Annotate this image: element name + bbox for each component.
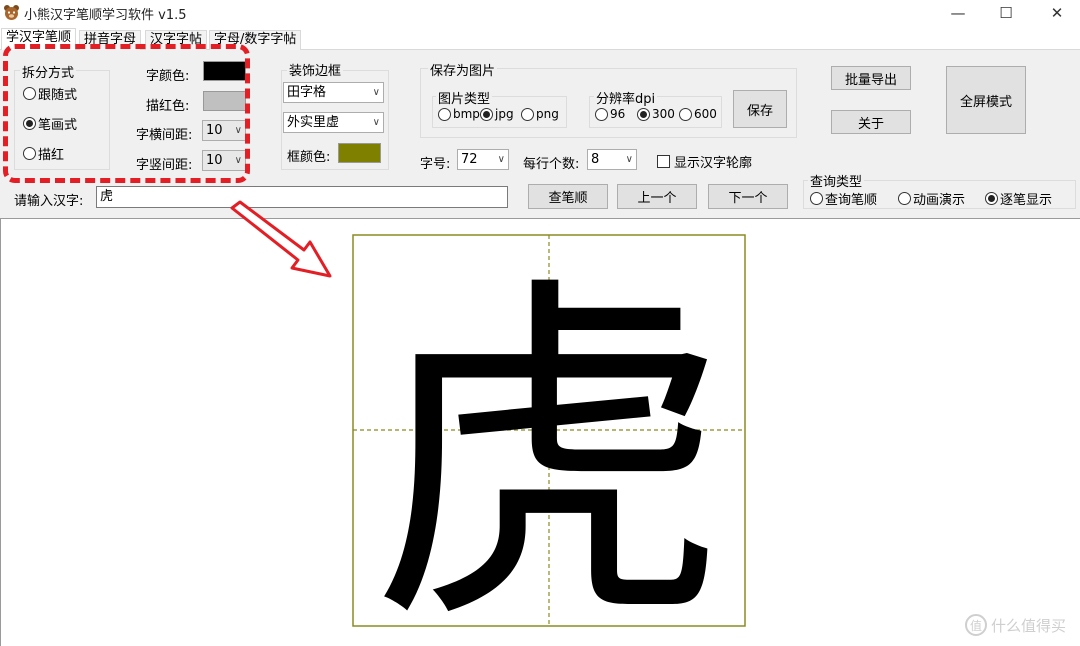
close-button[interactable]: ✕ <box>1034 0 1080 26</box>
save-button[interactable]: 保存 <box>733 90 787 128</box>
query-type-title: 查询类型 <box>808 171 865 190</box>
prev-button[interactable]: 上一个 <box>617 184 697 209</box>
border-title: 装饰边框 <box>287 60 344 79</box>
frame-style-select[interactable]: 外实里虚 ∨ <box>283 112 384 133</box>
radio-animation[interactable]: 动画演示 <box>898 189 965 208</box>
per-row-select[interactable]: 8 ∨ <box>587 149 637 170</box>
image-type-title: 图片类型 <box>436 88 493 107</box>
radio-dot-selected <box>480 107 493 121</box>
font-size-label: 字号: <box>420 157 451 172</box>
fullscreen-button[interactable]: 全屏模式 <box>946 66 1026 134</box>
chevron-down-icon: ∨ <box>625 154 633 165</box>
radio-dot <box>898 192 911 205</box>
maximize-button[interactable]: ☐ <box>983 0 1029 26</box>
radio-query-order[interactable]: 查询笔顺 <box>810 189 877 208</box>
radio-dot-selected <box>985 192 998 205</box>
next-button[interactable]: 下一个 <box>708 184 788 209</box>
lookup-button[interactable]: 查笔顺 <box>528 184 608 209</box>
char-input-label: 请输入汉字: <box>14 194 84 209</box>
radio-stroke-by-stroke[interactable]: 逐笔显示 <box>985 189 1052 208</box>
radio-dpi-96[interactable]: 96 <box>595 107 625 121</box>
title-bar: 小熊汉字笔顺学习软件 v1.5 — ☐ ✕ <box>0 0 1080 26</box>
minimize-button[interactable]: — <box>935 0 981 26</box>
radio-dpi-600[interactable]: 600 <box>679 107 717 121</box>
checkbox-box <box>657 155 670 168</box>
font-size-select[interactable]: 72 ∨ <box>457 149 509 170</box>
save-image-title: 保存为图片 <box>428 60 498 79</box>
radio-dot <box>810 192 823 205</box>
watermark-text: 什么值得买 <box>990 616 1066 635</box>
dpi-title: 分辨率dpi <box>594 88 658 107</box>
radio-dot <box>595 107 608 121</box>
radio-jpg[interactable]: jpg <box>480 107 514 121</box>
frame-color-swatch[interactable] <box>338 143 381 163</box>
radio-png[interactable]: png <box>521 107 559 121</box>
radio-dot <box>438 107 451 121</box>
grid-type-select[interactable]: 田字格 ∨ <box>283 82 384 103</box>
window-title: 小熊汉字笔顺学习软件 v1.5 <box>24 8 187 23</box>
batch-export-button[interactable]: 批量导出 <box>831 66 911 90</box>
watermark-icon: 值 <box>964 614 987 636</box>
watermark: 值 什么值得买 <box>964 614 1066 636</box>
per-row-label: 每行个数: <box>523 157 580 172</box>
chevron-down-icon: ∨ <box>372 87 380 98</box>
radio-dot <box>521 107 534 121</box>
radio-dot-selected <box>637 107 650 121</box>
red-arrow-annotation <box>230 200 332 278</box>
frame-color-label: 框颜色: <box>287 150 331 165</box>
bear-app-icon <box>4 5 19 20</box>
highlight-annotation <box>3 44 250 183</box>
radio-bmp[interactable]: bmp <box>438 107 480 121</box>
show-outline-checkbox[interactable]: 显示汉字轮廓 <box>657 152 752 171</box>
chevron-down-icon: ∨ <box>372 117 380 128</box>
radio-dpi-300[interactable]: 300 <box>637 107 675 121</box>
radio-dot <box>679 107 692 121</box>
chevron-down-icon: ∨ <box>497 154 505 165</box>
tianzige-grid: 虎 <box>352 234 746 627</box>
display-character: 虎 <box>369 248 729 627</box>
about-button[interactable]: 关于 <box>831 110 911 134</box>
